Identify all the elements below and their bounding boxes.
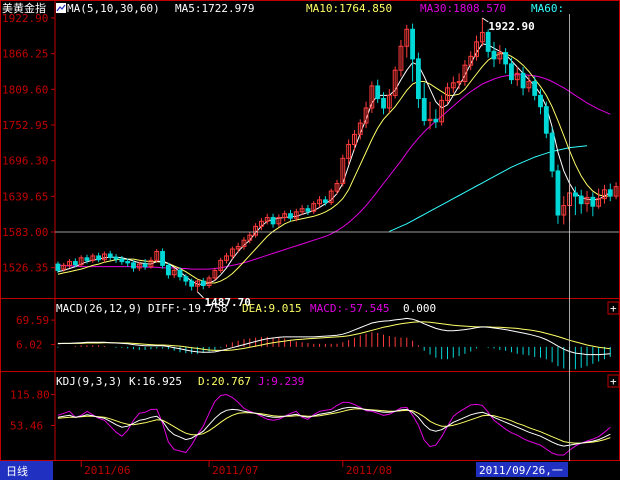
candle-body — [55, 263, 61, 271]
ma5-line — [57, 43, 611, 285]
candle-body — [84, 257, 90, 261]
candle-body — [433, 118, 439, 123]
moving-average-lines — [57, 43, 611, 285]
candle-body — [288, 213, 293, 219]
date-axis: 2011/06 2011/07 2011/08 — [80, 461, 392, 477]
candle-body — [555, 170, 561, 216]
low-marker — [197, 291, 204, 299]
ma5-value: MA5:1722.979 — [175, 2, 254, 15]
macd-tick-label: 69.59 — [16, 314, 49, 327]
kdj-j-value: J:9.239 — [258, 375, 304, 388]
candle-body — [590, 196, 596, 207]
price-tick-label: 1696.30 — [2, 155, 48, 168]
candle-body — [538, 94, 543, 108]
ma10-value: MA10:1764.850 — [306, 2, 392, 15]
candle-body — [131, 262, 136, 269]
macd-tick-label: 6.02 — [16, 339, 43, 352]
candle-body — [160, 251, 165, 266]
ma-params: MA(5,10,30,60) — [67, 2, 160, 15]
candle-body — [549, 132, 555, 172]
candle-body — [200, 280, 206, 287]
crosshair-date: 2011/09/26,一 — [479, 464, 563, 477]
macd-dea-value: DEA:9.015 — [242, 302, 302, 315]
candlesticks — [55, 18, 619, 292]
candle-body — [410, 28, 415, 60]
candle-body — [270, 217, 276, 225]
ma30-line — [57, 74, 611, 270]
macd-zero-value: 0.000 — [403, 302, 436, 315]
candle-body — [96, 255, 102, 261]
candle-body — [177, 269, 183, 278]
macd-lines — [57, 317, 611, 356]
price-tick-label: 1752.95 — [2, 119, 48, 132]
candle-body — [572, 192, 578, 197]
price-tick-label: 1866.25 — [2, 48, 48, 61]
kdj-tick-label: 53.46 — [10, 420, 43, 433]
price-axis: 1922.901866.251809.601752.951696.301639.… — [2, 12, 55, 275]
candle-body — [119, 258, 125, 263]
kdj-tick-label: 115.80 — [10, 389, 50, 402]
candle-body — [607, 189, 613, 197]
high-label: 1922.90 — [488, 20, 534, 33]
kdj-title: KDJ(9,3,3) — [56, 375, 122, 388]
candle-body — [113, 256, 119, 260]
macd-histogram — [57, 332, 611, 370]
price-tick-label: 1809.60 — [2, 83, 48, 96]
candle-body — [375, 85, 381, 100]
svg-text:+: + — [610, 302, 617, 315]
candle-body — [532, 81, 538, 96]
candle-body — [107, 253, 113, 258]
candle-body — [415, 58, 421, 100]
kdj-axis: 115.80 53.46 — [10, 389, 55, 433]
candle-body — [381, 98, 386, 109]
futures-chart: 1922.90 1866.25 1809.60 1752.95 1696.30 1639.… — [0, 0, 620, 480]
macd-title: MACD(26,12,9) — [56, 302, 142, 315]
candle-body — [578, 195, 584, 205]
candle-body — [421, 98, 427, 122]
candle-body — [165, 264, 171, 276]
period-tab[interactable]: 日线 — [6, 464, 28, 478]
candle-body — [183, 276, 189, 282]
macd-expand-button[interactable]: + — [607, 301, 620, 315]
price-tick-label: 1526.35 — [2, 262, 48, 275]
candle-body — [509, 63, 514, 81]
dea-line — [57, 321, 611, 351]
kdj-k-value: K:16.925 — [129, 375, 182, 388]
price-tick-label: 1639.65 — [2, 190, 48, 203]
kdj-lines — [57, 393, 611, 456]
dif-line — [57, 317, 611, 356]
candle-body — [305, 208, 311, 212]
macd-axis: 69.59 6.02 — [16, 314, 55, 352]
symbol-name: 美黄金指 — [2, 1, 46, 15]
chart-indicator-icon[interactable] — [56, 3, 66, 13]
candle-body — [142, 263, 148, 268]
candle-body — [491, 50, 497, 60]
candle-body — [520, 72, 526, 89]
ma30-value: MA30:1808.570 — [420, 2, 506, 15]
macd-diff-value: DIFF:-19.758 — [148, 302, 227, 315]
kdj-expand-button[interactable]: + — [607, 374, 620, 388]
macd-hist-value: MACD:-57.545 — [310, 302, 389, 315]
month-label: 2011/08 — [346, 464, 392, 477]
candle-body — [485, 31, 491, 52]
svg-text:+: + — [610, 375, 617, 388]
candle-body — [503, 52, 509, 65]
candle-body — [322, 199, 328, 203]
month-label: 2011/07 — [212, 464, 258, 477]
ma60-value: MA60: — [531, 2, 564, 15]
month-label: 2011/06 — [84, 464, 130, 477]
candle-body — [72, 261, 78, 266]
price-tick-label: 1583.00 — [2, 226, 48, 239]
candle-body — [543, 106, 549, 134]
candle-body — [189, 280, 195, 287]
j-line — [57, 393, 611, 456]
kdj-d-value: D:20.767 — [198, 375, 251, 388]
candle-body — [125, 261, 131, 264]
d-line — [57, 408, 611, 444]
